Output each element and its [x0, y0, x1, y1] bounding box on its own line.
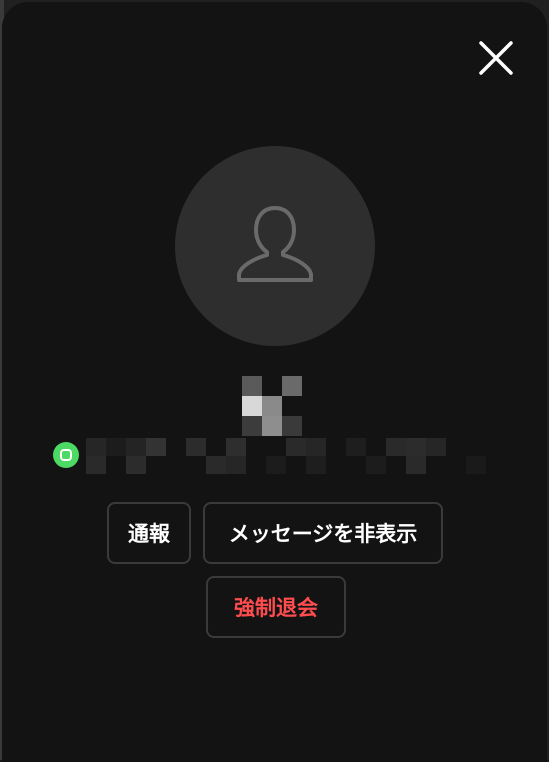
avatar — [175, 146, 375, 346]
hide-messages-button[interactable]: メッセージを非表示 — [203, 502, 443, 564]
close-button[interactable] — [476, 38, 516, 78]
user-handle-redacted — [86, 438, 486, 476]
user-profile-modal: 通報 メッセージを非表示 強制退会 — [2, 2, 547, 762]
report-button[interactable]: 通報 — [107, 502, 191, 564]
user-silhouette-icon — [237, 206, 313, 282]
force-leave-button[interactable]: 強制退会 — [206, 576, 346, 638]
close-icon[interactable] — [476, 38, 516, 78]
user-handle-row — [52, 438, 492, 476]
chat-service-icon — [53, 442, 79, 468]
user-name-redacted — [242, 376, 304, 436]
